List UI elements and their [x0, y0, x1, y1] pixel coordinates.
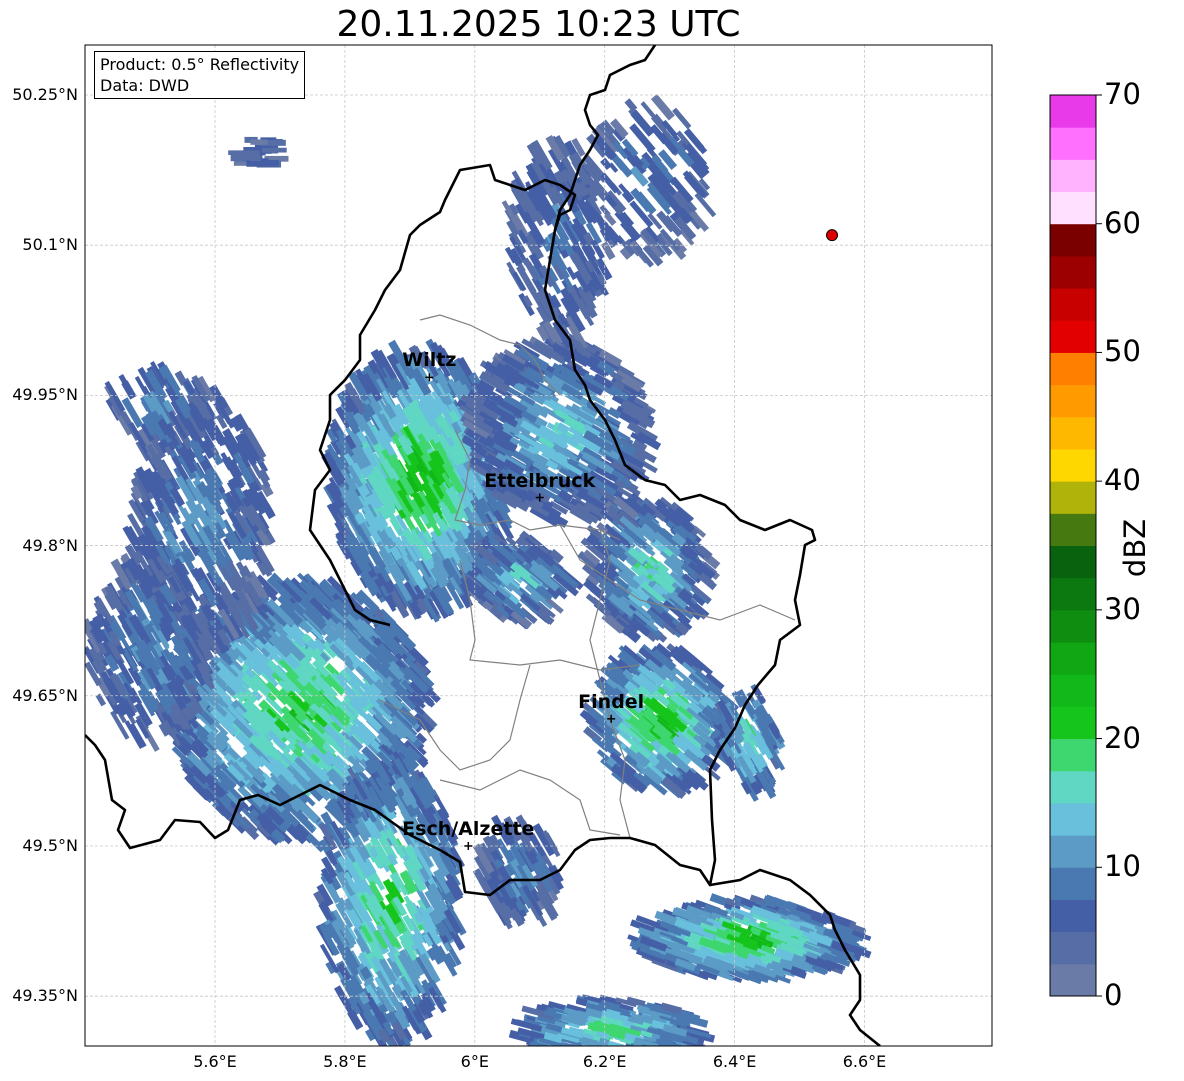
data-source-label: Data: DWD [100, 76, 190, 95]
colorbar-bin [1050, 320, 1096, 353]
colorbar-bin [1050, 127, 1096, 160]
colorbar-bin [1050, 609, 1096, 643]
colorbar [1049, 94, 1102, 997]
lat-tick-label: 49.8°N [22, 535, 78, 555]
colorbar-bin [1050, 448, 1096, 482]
colorbar-bin [1050, 481, 1096, 514]
colorbar-bin [1050, 674, 1096, 707]
lat-tick-label: 50.25°N [12, 85, 78, 104]
lat-tick-label: 50.1°N [22, 235, 78, 255]
colorbar-bin [1050, 642, 1096, 675]
lon-tick-label: 5.6°E [193, 1052, 237, 1071]
colorbar-bin [1050, 288, 1096, 321]
colorbar-tick-label: 30 [1104, 591, 1141, 626]
city-label: Wiltz [402, 349, 457, 372]
colorbar-tick-label: 20 [1104, 720, 1141, 755]
colorbar-bin [1050, 159, 1096, 193]
lon-tick-label: 6.4°E [712, 1052, 757, 1071]
product-info-box: Product: 0.5° Reflectivity Data: DWD [94, 51, 306, 99]
colorbar-bin [1050, 899, 1096, 933]
colorbar-bin [1050, 931, 1096, 965]
city-label: Esch/Alzette [402, 817, 535, 840]
reflectivity-echoes [85, 94, 872, 1046]
colorbar-bin [1050, 802, 1096, 836]
colorbar-tick-label: 10 [1104, 849, 1141, 884]
radar-map [84, 44, 1102, 1047]
colorbar-bin [1050, 255, 1096, 289]
colorbar-bin [1050, 577, 1096, 611]
colorbar-bin [1050, 770, 1096, 804]
colorbar-bin [1050, 867, 1096, 900]
colorbar-bin [1050, 95, 1096, 128]
colorbar-tick-label: 70 [1104, 77, 1141, 111]
lon-tick-label: 6°E [460, 1052, 489, 1071]
colorbar-bin [1050, 706, 1096, 740]
colorbar-bin [1050, 738, 1096, 772]
lat-tick-label: 49.65°N [12, 685, 78, 705]
city-label: Findel [578, 690, 645, 713]
colorbar-bin [1050, 352, 1096, 386]
colorbar-tick-label: 0 [1104, 978, 1123, 1012]
colorbar-bin [1050, 191, 1096, 225]
colorbar-bin [1050, 835, 1096, 868]
colorbar-bin [1050, 513, 1096, 546]
colorbar-bin [1050, 384, 1096, 418]
lat-tick-label: 49.5°N [22, 835, 78, 855]
colorbar-bin [1050, 416, 1096, 450]
lon-tick-label: 5.8°E [323, 1052, 367, 1071]
colorbar-tick-label: 50 [1104, 334, 1141, 369]
lat-tick-label: 49.35°N [12, 986, 78, 1006]
colorbar-bin [1050, 223, 1096, 257]
lat-tick-label: 49.95°N [12, 385, 78, 405]
product-label: Product: 0.5° Reflectivity [100, 55, 300, 74]
colorbar-bin [1050, 545, 1096, 579]
colorbar-tick-label: 60 [1104, 205, 1141, 240]
colorbar-tick-label: 40 [1104, 463, 1141, 498]
colorbar-label: dBZ [1118, 518, 1152, 578]
lon-tick-label: 6.2°E [582, 1052, 627, 1071]
colorbar-bin [1050, 963, 1096, 997]
city-label: Ettelbruck [484, 469, 596, 492]
lon-tick-label: 6.6°E [842, 1052, 887, 1071]
radar-site-marker [826, 229, 839, 242]
